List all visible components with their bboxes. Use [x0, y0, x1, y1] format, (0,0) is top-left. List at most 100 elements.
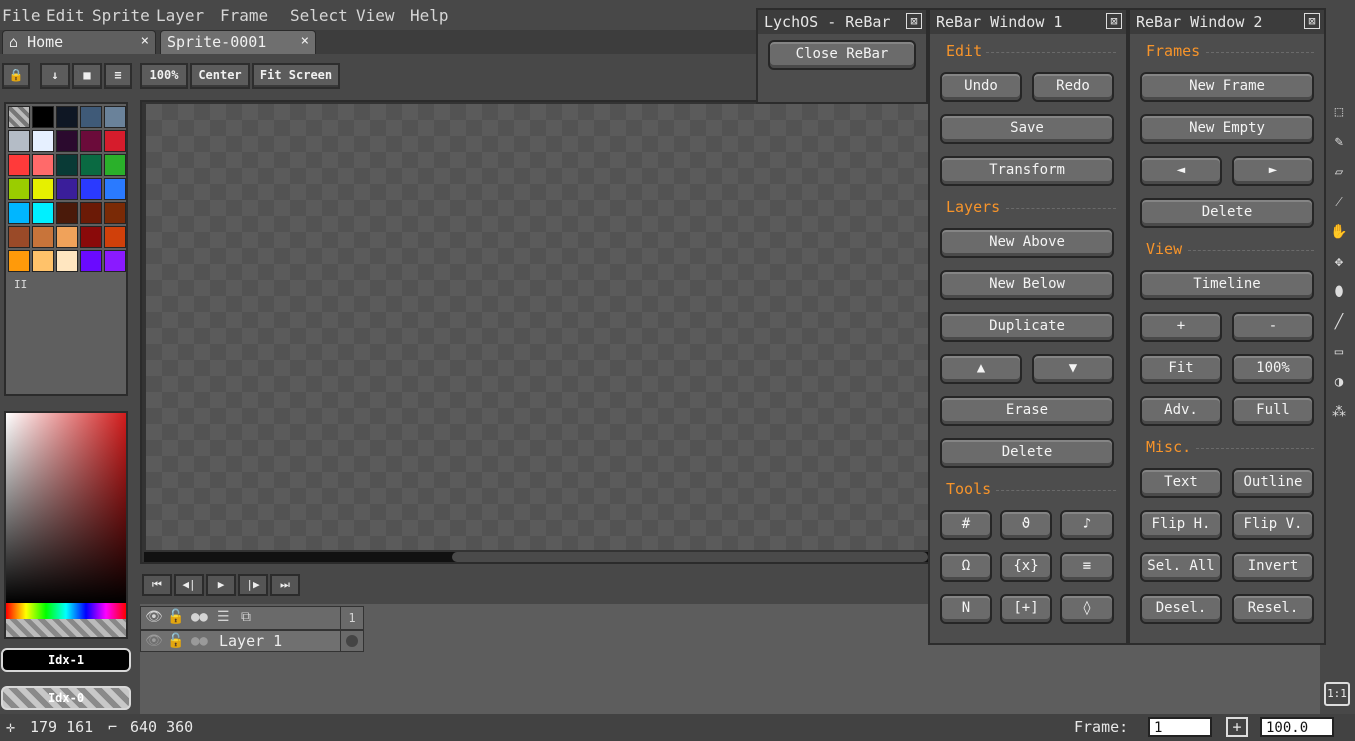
palette-swatch[interactable]	[56, 202, 78, 224]
rectangle-icon[interactable]: ▭	[1327, 340, 1351, 366]
rebar1-close-icon[interactable]: ⊠	[1106, 13, 1122, 29]
zoom-100-button[interactable]: 100%	[140, 63, 188, 89]
palette-swatch[interactable]	[32, 154, 54, 176]
palette-swatch[interactable]	[56, 154, 78, 176]
redo-button[interactable]: Redo	[1032, 72, 1114, 102]
palette-swatch[interactable]	[80, 226, 102, 248]
fit-screen-button[interactable]: Fit Screen	[252, 63, 340, 89]
menu-layer[interactable]: Layer	[156, 6, 204, 25]
next-frame-button[interactable]: ►	[1232, 156, 1314, 186]
first-frame-icon[interactable]: ⏮	[142, 574, 172, 596]
palette-swatch[interactable]	[80, 106, 102, 128]
palette-swatch[interactable]	[80, 202, 102, 224]
omega-tool-button[interactable]: Ω	[940, 552, 992, 582]
ellipse-icon[interactable]: ◑	[1327, 370, 1351, 396]
fg-index[interactable]: Idx-1	[1, 648, 131, 672]
menu-frame[interactable]: Frame	[220, 6, 268, 25]
menu-view[interactable]: View	[356, 6, 395, 25]
move-icon[interactable]: ✥	[1327, 250, 1351, 276]
layer-name[interactable]: Layer 1	[219, 632, 282, 650]
prev-frame-icon[interactable]: ◀|	[174, 574, 204, 596]
undo-button[interactable]: Undo	[940, 72, 1022, 102]
text-button[interactable]: Text	[1140, 468, 1222, 498]
layer-up-button[interactable]: ▲	[940, 354, 1022, 384]
deselect-button[interactable]: Desel.	[1140, 594, 1222, 624]
tab-home[interactable]: ⌂ Home ×	[2, 30, 156, 54]
new-frame-button[interactable]: New Frame	[1140, 72, 1314, 102]
sprite-canvas[interactable]	[146, 104, 930, 550]
play-icon[interactable]: ▶	[206, 574, 236, 596]
palette-swatch[interactable]	[56, 226, 78, 248]
link-cels-icon[interactable]: ⧉	[241, 609, 251, 625]
add-frame-button[interactable]: +	[1226, 717, 1248, 737]
flip-h-button[interactable]: Flip H.	[1140, 510, 1222, 540]
palette-swatch[interactable]	[32, 202, 54, 224]
menu-lines-icon[interactable]: ≡	[104, 63, 132, 89]
paint-bucket-icon[interactable]: ⬮	[1327, 280, 1351, 306]
hundred-percent-button[interactable]: 100%	[1232, 354, 1314, 384]
palette-swatch[interactable]	[8, 202, 30, 224]
hue-slider[interactable]	[6, 603, 126, 619]
script-tool-button[interactable]: ϑ	[1000, 510, 1052, 540]
new-below-button[interactable]: New Below	[940, 270, 1114, 300]
zoom-input[interactable]: 100.0	[1260, 717, 1334, 737]
hand-icon[interactable]: ✋	[1327, 220, 1351, 246]
palette-swatch[interactable]	[80, 250, 102, 272]
square-icon[interactable]: ■	[72, 63, 102, 89]
zoom-in-button[interactable]: +	[1140, 312, 1222, 342]
frame-header-1[interactable]: 1	[340, 606, 364, 630]
layer-row[interactable]: 👁 🔓 ●● Layer 1	[140, 630, 362, 652]
rebar2-title-bar[interactable]: ReBar Window 2 ⊠	[1130, 10, 1324, 34]
last-frame-icon[interactable]: ⏭	[270, 574, 300, 596]
prev-frame-button[interactable]: ◄	[1140, 156, 1222, 186]
menu-help[interactable]: Help	[410, 6, 449, 25]
duplicate-button[interactable]: Duplicate	[940, 312, 1114, 342]
pencil-icon[interactable]: ✎	[1327, 130, 1351, 156]
zoom-out-button[interactable]: -	[1232, 312, 1314, 342]
palette-swatch[interactable]	[32, 106, 54, 128]
new-above-button[interactable]: New Above	[940, 228, 1114, 258]
color-picker[interactable]	[4, 411, 128, 639]
palette-swatch[interactable]	[56, 178, 78, 200]
scrollbar-thumb[interactable]	[452, 552, 928, 562]
delete-frame-button[interactable]: Delete	[1140, 198, 1314, 228]
menu-edit[interactable]: Edit	[46, 6, 85, 25]
outline-button[interactable]: Outline	[1232, 468, 1314, 498]
palette-swatch[interactable]	[104, 226, 126, 248]
saturation-value-field[interactable]	[6, 413, 126, 603]
palette-swatch[interactable]	[8, 178, 30, 200]
padlock-icon[interactable]: 🔓	[167, 609, 184, 625]
tab-home-close-icon[interactable]: ×	[141, 33, 149, 49]
palette-swatch[interactable]	[32, 226, 54, 248]
eye-icon[interactable]: 👁	[145, 609, 163, 625]
flip-v-button[interactable]: Flip V.	[1232, 510, 1314, 540]
add-tool-button[interactable]: [+]	[1000, 594, 1052, 624]
invert-button[interactable]: Invert	[1232, 552, 1314, 582]
layer-visible-icon[interactable]: 👁	[145, 633, 163, 649]
palette-swatch[interactable]	[104, 106, 126, 128]
delete-layer-button[interactable]: Delete	[940, 438, 1114, 468]
timeline-button[interactable]: Timeline	[1140, 270, 1314, 300]
diamond-tool-button[interactable]: ◊	[1060, 594, 1114, 624]
spray-icon[interactable]: ⁂	[1327, 400, 1351, 426]
fit-button[interactable]: Fit	[1140, 354, 1222, 384]
bg-index[interactable]: Idx-0	[1, 686, 131, 710]
palette-swatch[interactable]	[8, 106, 30, 128]
arrow-down-icon[interactable]: ↓	[40, 63, 70, 89]
palette-swatch[interactable]	[8, 226, 30, 248]
palette-swatch[interactable]	[80, 154, 102, 176]
lychos-title-bar[interactable]: LychOS - ReBar ⊠	[758, 10, 926, 34]
palette-swatch[interactable]	[32, 178, 54, 200]
palette-swatch[interactable]	[32, 130, 54, 152]
close-rebar-button[interactable]: Close ReBar	[768, 40, 916, 70]
next-frame-icon[interactable]: |▶	[238, 574, 268, 596]
palette-swatch[interactable]	[32, 250, 54, 272]
palette-swatch[interactable]	[104, 154, 126, 176]
palette-swatch[interactable]	[56, 130, 78, 152]
line-icon[interactable]: ╱	[1327, 310, 1351, 336]
menu-select[interactable]: Select	[290, 6, 348, 25]
palette-swatch[interactable]	[56, 106, 78, 128]
palette-swatch[interactable]	[104, 178, 126, 200]
palette-swatch[interactable]	[104, 202, 126, 224]
menu-file[interactable]: File	[2, 6, 41, 25]
